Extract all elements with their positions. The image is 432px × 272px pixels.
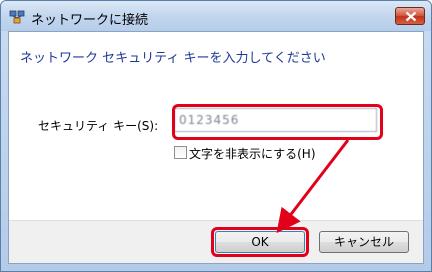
hide-characters-label[interactable]: 文字を非表示にする(H) — [189, 145, 316, 162]
dialog-content: ネットワーク セキュリティ キーを入力してください セキュリティ キー(S): … — [8, 31, 424, 264]
cancel-button[interactable]: キャンセル — [319, 231, 409, 253]
close-button[interactable] — [395, 7, 425, 25]
page-title: ネットワーク セキュリティ キーを入力してください — [20, 51, 326, 66]
button-bar: OK キャンセル — [9, 220, 423, 263]
input-highlight-annotation — [172, 104, 383, 140]
title-bar[interactable]: ネットワークに接続 — [1, 1, 431, 31]
network-icon — [9, 9, 25, 24]
security-key-label: セキュリティ キー(S): — [38, 119, 159, 133]
ok-button[interactable]: OK — [215, 231, 305, 253]
window-title: ネットワークに接続 — [31, 13, 149, 28]
hide-characters-checkbox[interactable] — [174, 146, 187, 159]
dialog-window: ネットワークに接続 ネットワーク セキュリティ キーを入力してください セキュリ… — [0, 0, 432, 272]
